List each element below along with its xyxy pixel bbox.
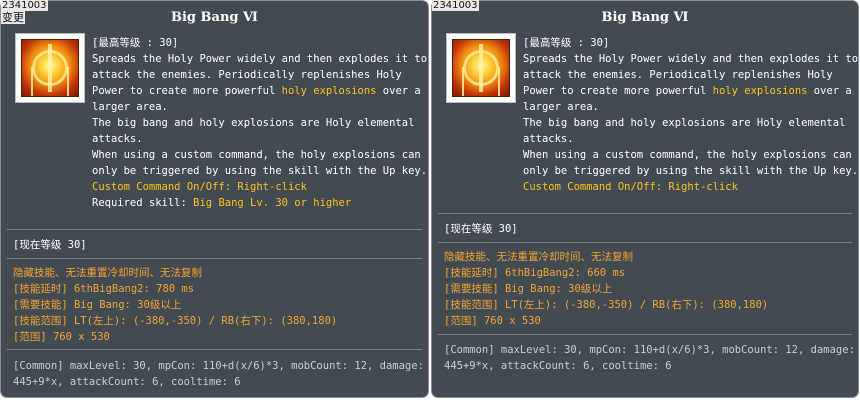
desc-line: only be triggered by using the skill wit… [92, 165, 428, 177]
common-line: 445+9*x, attackCount: 6, cooltime: 6 [13, 376, 241, 388]
divider [438, 242, 852, 243]
holy-explosions-highlight: holy explosions [712, 85, 808, 97]
desc-line: The big bang and holy explosions are Hol… [92, 117, 415, 129]
desc-text: Power to create more powerful [523, 85, 713, 97]
desc-text: over a [807, 85, 852, 97]
level-details: 隐藏技能、无法重置冷却时间、无法复制 [技能延时] 6thBigBang2: 6… [444, 249, 768, 329]
stat-line: [技能延时] 6thBigBang2: 660 ms [444, 267, 626, 279]
level-details: 隐藏技能、无法重置冷却时间、无法复制 [技能延时] 6thBigBang2: 7… [13, 265, 337, 345]
hidden-skill-note: 隐藏技能、无法重置冷却时间、无法复制 [444, 251, 633, 263]
skill-id-label: 2341003 [1, 0, 48, 11]
divider [438, 213, 852, 214]
desc-line: The big bang and holy explosions are Hol… [523, 117, 846, 129]
common-line: [Common] maxLevel: 30, mpCon: 110+d(x/6)… [13, 360, 424, 372]
common-line: [Common] maxLevel: 30, mpCon: 110+d(x/6)… [444, 344, 855, 356]
stat-line: [技能范围] LT(左上): (-380,-350) / RB(右下): (38… [13, 315, 338, 327]
required-skill-label: Required skill: [92, 197, 194, 209]
common-line: 445+9*x, attackCount: 6, cooltime: 6 [444, 360, 672, 372]
divider [7, 229, 422, 230]
custom-command: Custom Command On/Off: Right-click [92, 181, 307, 193]
required-skill: Required skill: Big Bang Lv. 30 or highe… [92, 195, 422, 211]
skill-tooltip-before: Big Bang Ⅵ [最高等级 : 30] Spreads the Holy … [0, 0, 429, 398]
skill-tooltip-after: Big Bang Ⅵ [最高等级 : 30] Spreads the Holy … [431, 0, 859, 398]
desc-text: over a [376, 85, 421, 97]
stat-line: [需要技能] Big Bang: 30级以上 [444, 283, 613, 295]
skill-icon-frame [446, 33, 516, 103]
custom-command: Custom Command On/Off: Right-click [523, 181, 738, 193]
skill-icon-frame [15, 33, 85, 103]
skill-id-label: 2341003 [432, 0, 479, 11]
holy-explosions-highlight: holy explosions [281, 85, 377, 97]
desc-line: attacks. [92, 133, 143, 145]
desc-line: larger area. [92, 101, 168, 113]
common-stats: [Common] maxLevel: 30, mpCon: 110+d(x/6)… [13, 358, 424, 390]
divider [7, 258, 422, 259]
hidden-skill-note: 隐藏技能、无法重置冷却时间、无法复制 [13, 267, 202, 279]
common-stats: [Common] maxLevel: 30, mpCon: 110+d(x/6)… [444, 342, 855, 374]
big-bang-skill-icon [21, 39, 79, 97]
change-label: 变更 [1, 11, 25, 24]
skill-title: Big Bang Ⅵ [171, 10, 258, 25]
skill-title: Big Bang Ⅵ [601, 10, 689, 25]
stat-line: [需要技能] Big Bang: 30级以上 [13, 299, 182, 311]
desc-text: Power to create more powerful [92, 85, 282, 97]
divider [438, 334, 852, 335]
stat-line: [范围] 760 x 530 [13, 331, 110, 343]
skill-description: [最高等级 : 30] Spreads the Holy Power widel… [92, 35, 428, 211]
desc-line: attack the enemies. Periodically repleni… [523, 69, 833, 81]
desc-line: Power to create more powerful holy explo… [92, 83, 422, 99]
divider [7, 349, 422, 350]
current-level: [现在等级 30] [444, 223, 518, 235]
desc-line: When using a custom command, the holy ex… [92, 149, 421, 161]
desc-line: attack the enemies. Periodically repleni… [92, 69, 402, 81]
stat-line: [技能范围] LT(左上): (-380,-350) / RB(右下): (38… [444, 299, 769, 311]
stat-line: [技能延时] 6thBigBang2: 780 ms [13, 283, 195, 295]
max-level: [最高等级 : 30] [92, 37, 179, 49]
required-skill-value: Big Bang Lv. 30 or higher [193, 197, 352, 209]
desc-line: Spreads the Holy Power widely and then e… [92, 53, 428, 65]
desc-line: larger area. [523, 101, 599, 113]
desc-line: attacks. [523, 133, 574, 145]
max-level: [最高等级 : 30] [523, 37, 610, 49]
stat-line: [范围] 760 x 530 [444, 315, 541, 327]
desc-line: Power to create more powerful holy explo… [523, 83, 853, 99]
skill-description: [最高等级 : 30] Spreads the Holy Power widel… [523, 35, 859, 195]
desc-line: When using a custom command, the holy ex… [523, 149, 852, 161]
big-bang-skill-icon [452, 39, 510, 97]
current-level: [现在等级 30] [13, 239, 87, 251]
desc-line: Spreads the Holy Power widely and then e… [523, 53, 859, 65]
desc-line: only be triggered by using the skill wit… [523, 165, 859, 177]
